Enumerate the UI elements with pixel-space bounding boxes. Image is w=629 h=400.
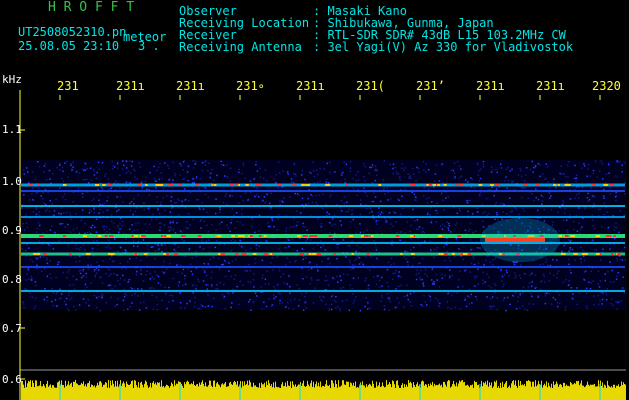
app-brand: H R O F F T xyxy=(48,0,135,15)
time-tick-label: 231ı xyxy=(536,79,565,93)
audio-level-meter xyxy=(21,380,626,400)
time-tick-label: 231’ xyxy=(416,79,445,93)
info-label-antenna: Receiving Antenna xyxy=(179,40,302,54)
time-tick-label: 231∘ xyxy=(236,79,265,93)
filename: UT2508052310.pn xyxy=(18,25,127,39)
datetime: 25.08.05 23:10 xyxy=(18,39,120,53)
signal-trace xyxy=(21,205,625,207)
signal-trace xyxy=(21,190,625,192)
y-tick-label: 0.6 xyxy=(2,373,22,386)
time-tick-label: 231ı xyxy=(476,79,505,93)
y-axis-unit: kHz xyxy=(2,73,22,86)
time-tick-label: 2320 xyxy=(592,79,621,93)
info-value-antenna: : 3el Yagi(V) Az 330 for Vladivostok xyxy=(313,40,574,54)
signal-trace xyxy=(21,290,625,292)
time-tick-label: 231ı xyxy=(296,79,325,93)
y-tick-label: 1.1 xyxy=(2,123,22,136)
time-tick-label: 231ı xyxy=(176,79,205,93)
y-tick-label: 0.7 xyxy=(2,322,22,335)
spectrogram-plot xyxy=(19,90,627,400)
meteor-burst-core xyxy=(485,238,545,242)
index-label: 3 . xyxy=(138,39,160,53)
hrofft-window: H R O F F T UT2508052310.pn meteor 25.08… xyxy=(0,0,629,400)
y-tick-label: 1.0 xyxy=(2,175,22,188)
signal-trace xyxy=(21,216,625,218)
y-tick-label: 0.8 xyxy=(2,273,22,286)
time-tick-label: 231 xyxy=(57,79,79,93)
time-tick-label: 231( xyxy=(356,79,385,93)
time-tick-label: 231ı xyxy=(116,79,145,93)
signal-trace xyxy=(21,266,625,268)
y-tick-label: 0.9 xyxy=(2,224,22,237)
